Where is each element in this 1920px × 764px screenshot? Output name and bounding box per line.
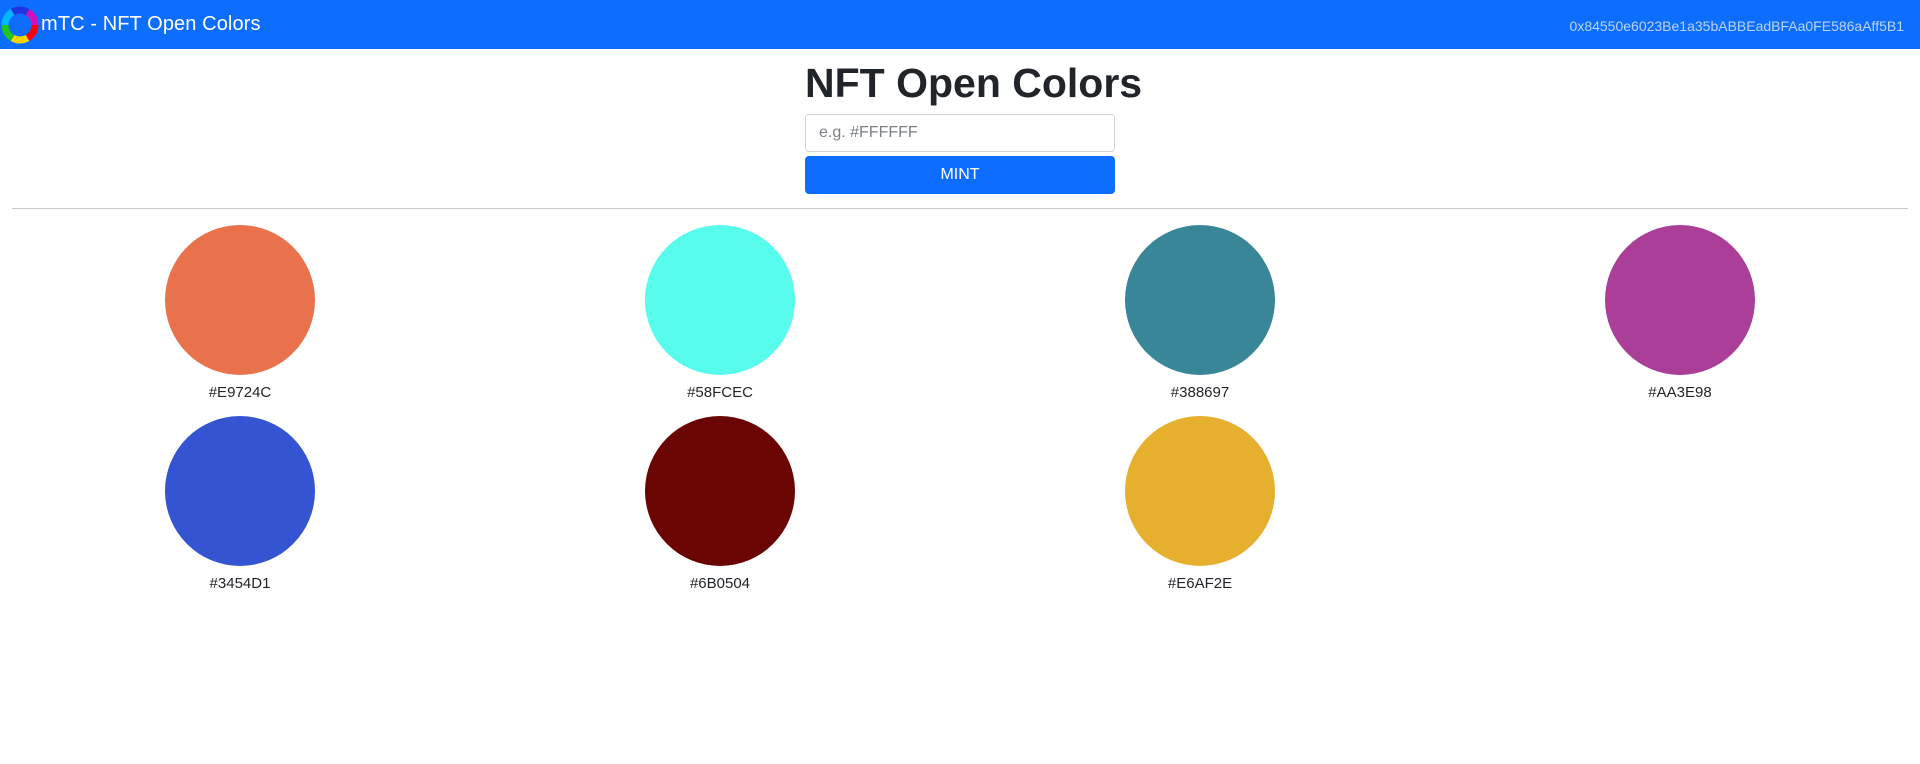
color-swatch — [1125, 416, 1275, 566]
mint-form: NFT Open Colors MINT — [805, 58, 1143, 194]
account-address: 0x84550e6023Be1a35bABBEadBFAa0FE586aAff5… — [1569, 17, 1904, 34]
color-swatch — [165, 416, 315, 566]
color-swatch — [1125, 225, 1275, 375]
color-swatch — [165, 225, 315, 375]
color-wheel-icon — [1, 6, 39, 43]
token-grid: #E9724C #58FCEC #388697 #AA3E98 #3454D1 #6B05… — [0, 225, 1920, 593]
color-swatch — [645, 416, 795, 566]
brand-link[interactable]: mTC - NFT Open Colors — [0, 0, 261, 49]
color-hex-label: #58FCEC — [687, 384, 753, 401]
color-swatch — [1605, 225, 1755, 375]
color-token-card: #58FCEC — [480, 225, 960, 402]
color-hex-input[interactable] — [805, 114, 1115, 152]
color-swatch — [645, 225, 795, 375]
color-token-card: #E9724C — [0, 225, 480, 402]
divider — [12, 208, 1908, 209]
top-navbar: mTC - NFT Open Colors 0x84550e6023Be1a35… — [0, 0, 1920, 49]
color-token-card: #E6AF2E — [960, 416, 1440, 593]
color-token-card: #3454D1 — [0, 416, 480, 593]
color-hex-label: #E9724C — [208, 384, 272, 401]
brand-title: mTC - NFT Open Colors — [41, 13, 261, 35]
color-hex-label: #AA3E98 — [1648, 384, 1712, 401]
color-hex-label: #E6AF2E — [1167, 575, 1233, 592]
color-token-card: #6B0504 — [480, 416, 960, 593]
mint-button[interactable]: MINT — [805, 156, 1115, 194]
color-hex-label: #3454D1 — [209, 575, 271, 592]
color-hex-label: #388697 — [1170, 384, 1230, 401]
color-token-card: #388697 — [960, 225, 1440, 402]
page-title: NFT Open Colors — [805, 60, 1143, 106]
color-hex-label: #6B0504 — [689, 575, 751, 592]
color-token-card: #AA3E98 — [1440, 225, 1920, 402]
